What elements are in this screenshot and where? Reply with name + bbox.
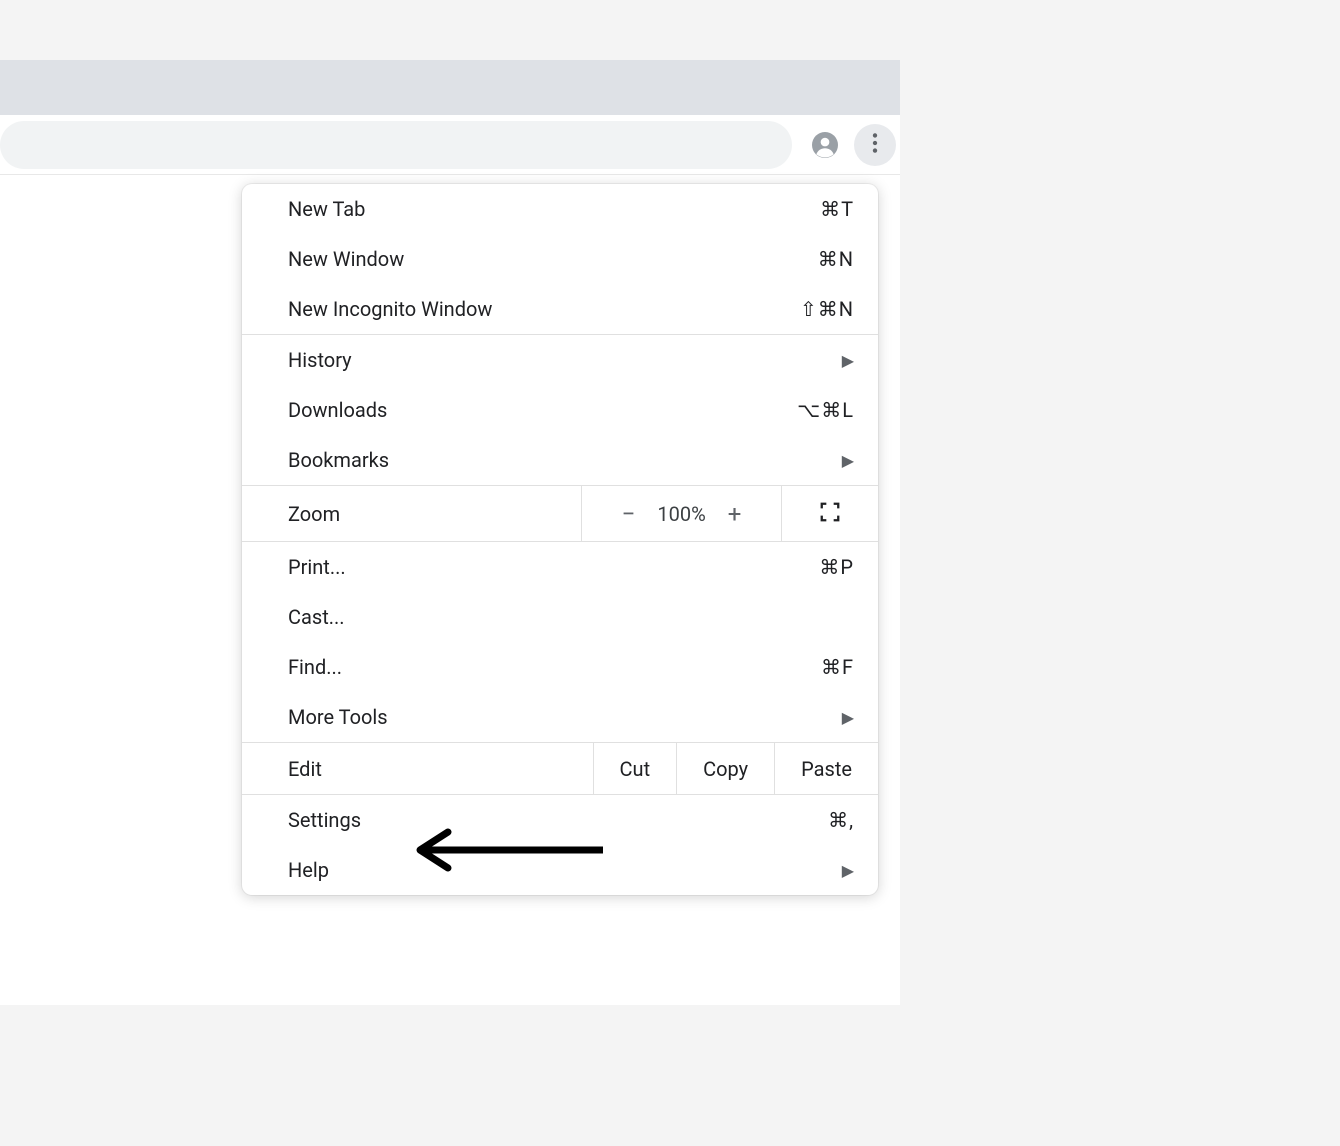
three-dots-icon (862, 130, 888, 160)
zoom-in-button[interactable]: + (728, 500, 742, 528)
menu-label: Print... (288, 555, 819, 579)
menu-item-new-incognito[interactable]: New Incognito Window ⇧⌘N (242, 284, 878, 334)
menu-item-downloads[interactable]: Downloads ⌥⌘L (242, 385, 878, 435)
paste-button[interactable]: Paste (775, 743, 878, 794)
menu-item-new-tab[interactable]: New Tab ⌘T (242, 184, 878, 234)
menu-label: Downloads (288, 398, 797, 422)
fullscreen-icon (819, 501, 841, 527)
chevron-right-icon: ▶ (842, 708, 854, 727)
menu-label: More Tools (288, 705, 842, 729)
chevron-right-icon: ▶ (842, 451, 854, 470)
menu-label: New Incognito Window (288, 297, 800, 321)
tab-strip (0, 60, 900, 115)
zoom-out-button[interactable]: − (622, 500, 636, 528)
menu-item-new-window[interactable]: New Window ⌘N (242, 234, 878, 284)
menu-label: History (288, 348, 842, 372)
menu-shortcut: ⇧⌘N (800, 297, 854, 321)
copy-button[interactable]: Copy (677, 743, 775, 794)
browser-toolbar (0, 115, 900, 175)
menu-label: New Window (288, 247, 818, 271)
chevron-right-icon: ▶ (842, 861, 854, 880)
menu-item-zoom: Zoom − 100% + (242, 486, 878, 542)
menu-label: Find... (288, 655, 821, 679)
menu-shortcut: ⌘N (818, 247, 854, 271)
cut-button[interactable]: Cut (594, 743, 678, 794)
omnibox[interactable] (0, 121, 792, 169)
menu-item-find[interactable]: Find... ⌘F (242, 642, 878, 692)
menu-shortcut: ⌘T (820, 197, 854, 221)
overflow-menu-button[interactable] (854, 124, 896, 166)
fullscreen-button[interactable] (782, 486, 878, 541)
menu-item-print[interactable]: Print... ⌘P (242, 542, 878, 592)
menu-item-edit: Edit Cut Copy Paste (242, 743, 878, 795)
menu-label: New Tab (288, 197, 820, 221)
overflow-menu: New Tab ⌘T New Window ⌘N New Incognito W… (242, 184, 878, 895)
menu-label: Zoom (288, 502, 340, 526)
menu-label: Bookmarks (288, 448, 842, 472)
menu-label: Help (288, 858, 842, 882)
menu-item-bookmarks[interactable]: Bookmarks ▶ (242, 435, 878, 485)
menu-label: Settings (288, 808, 828, 832)
menu-item-settings[interactable]: Settings ⌘, (242, 795, 878, 845)
menu-shortcut: ⌘P (819, 555, 854, 579)
zoom-value: 100% (657, 502, 705, 526)
menu-item-cast[interactable]: Cast... (242, 592, 878, 642)
profile-button[interactable] (804, 124, 846, 166)
menu-label: Cast... (288, 605, 854, 629)
menu-label: Edit (288, 757, 322, 781)
chevron-right-icon: ▶ (842, 351, 854, 370)
menu-item-help[interactable]: Help ▶ (242, 845, 878, 895)
menu-shortcut: ⌘F (821, 655, 854, 679)
menu-shortcut: ⌘, (828, 808, 854, 832)
menu-item-history[interactable]: History ▶ (242, 335, 878, 385)
menu-shortcut: ⌥⌘L (797, 398, 854, 422)
menu-item-more-tools[interactable]: More Tools ▶ (242, 692, 878, 742)
